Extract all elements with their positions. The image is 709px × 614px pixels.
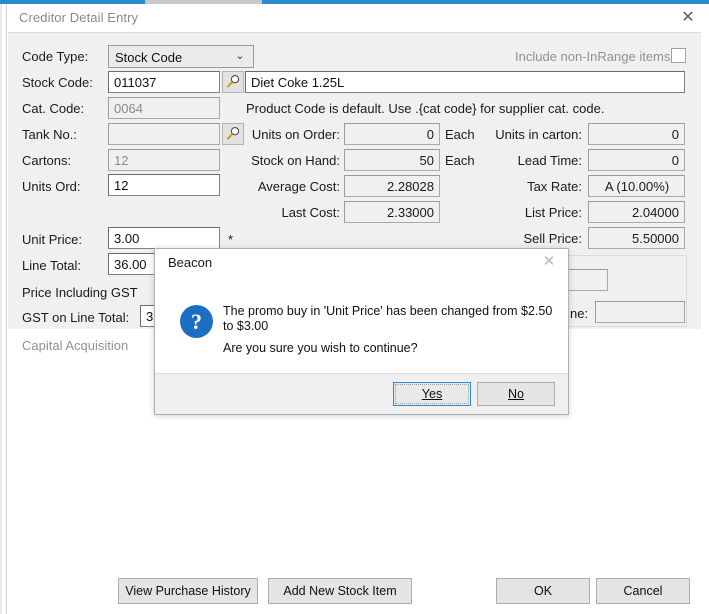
dialog-close-icon[interactable]: ✕ [536,251,562,273]
label-stock-on-hand: Stock on Hand: [251,153,340,168]
tank-no-lookup-icon[interactable] [222,123,244,145]
label-units-ord: Units Ord: [22,179,81,194]
dialog-body: ? The promo buy in 'Unit Price' has been… [155,278,568,373]
unit-price-input[interactable]: 3.00 [108,227,220,249]
label-price-including-gst: Price Including GST [22,285,138,300]
last-cost-field: 2.33000 [344,201,440,223]
units-on-order-field: 0 [344,123,440,145]
stock-code-lookup-icon[interactable] [222,71,244,93]
label-include-non-inrange: Include non-InRange items [515,49,671,64]
confirmation-dialog: Beacon ✕ ? The promo buy in 'Unit Price'… [154,248,569,415]
sell-price-field: 5.50000 [588,227,685,249]
label-sell-price: Sell Price: [523,231,582,246]
tax-rate-field: A (10.00%) [588,175,685,197]
label-tank-no: Tank No.: [22,127,77,142]
unit-price-marker: * [228,232,234,247]
label-units-on-order: Units on Order: [251,127,340,142]
description-field[interactable]: Diet Coke 1.25L [245,71,685,93]
obscured-field-2 [595,301,685,323]
code-type-value: Stock Code [115,50,183,65]
title-bar: Creditor Detail Entry ✕ [7,4,709,32]
tank-no-field [108,123,220,145]
window-title: Creditor Detail Entry [19,10,139,25]
dialog-no-label: No [508,387,524,401]
dialog-yes-label: Yes [421,387,443,401]
label-cartons: Cartons: [22,153,72,168]
label-stock-code: Stock Code: [22,75,93,90]
units-ord-input[interactable]: 12 [108,174,220,196]
dialog-message-line1: The promo buy in 'Unit Price' has been c… [223,304,553,333]
cartons-field: 12 [108,149,220,171]
average-cost-field: 2.28028 [344,175,440,197]
chevron-down-icon: ⌄ [235,50,245,62]
stock-on-hand-field: 50 [344,149,440,171]
label-gst-on-line-total: GST on Line Total: [22,310,130,325]
label-average-cost: Average Cost: [257,179,340,194]
description-hint: Product Code is default. Use .{cat code}… [246,101,605,116]
cancel-button[interactable]: Cancel [596,578,690,604]
dialog-message: The promo buy in 'Unit Price' has been c… [223,304,553,334]
application-window: Creditor Detail Entry ✕ Code Type: Stock… [0,0,709,614]
add-new-stock-item-button[interactable]: Add New Stock Item [268,578,412,604]
dialog-title: Beacon [168,255,213,270]
units-on-order-unit: Each [445,127,475,142]
label-lead-time: Lead Time: [517,153,582,168]
dialog-footer: Yes No [155,373,568,414]
dialog-yes-button[interactable]: Yes [393,382,471,406]
dialog-no-button[interactable]: No [477,382,555,406]
code-type-select[interactable]: Stock Code ⌄ [108,45,254,68]
cat-code-field: 0064 [108,97,220,119]
label-units-in-carton: Units in carton: [495,127,582,142]
include-non-inrange-checkbox[interactable] [671,48,686,63]
window-left-edge-mark [0,4,2,614]
label-line-total: Line Total: [22,258,82,273]
label-capital-acquisition: Capital Acquisition [22,338,129,353]
label-last-cost: Last Cost: [281,205,340,220]
label-obscured-field-2: ne: [570,306,589,321]
dialog-question: Are you sure you wish to continue? [223,341,418,355]
view-purchase-history-button[interactable]: View Purchase History [118,578,258,604]
ok-button[interactable]: OK [496,578,590,604]
lead-time-field: 0 [588,149,685,171]
stock-on-hand-unit: Each [445,153,475,168]
label-code-type: Code Type: [22,49,89,64]
close-icon[interactable]: ✕ [675,7,701,29]
dialog-message-line2: $3.00 [236,319,269,333]
list-price-field: 2.04000 [588,201,685,223]
units-in-carton-field: 0 [588,123,685,145]
stock-code-input[interactable]: 011037 [108,71,220,93]
label-tax-rate: Tax Rate: [527,179,582,194]
label-cat-code: Cat. Code: [22,101,85,116]
question-icon: ? [180,305,213,338]
label-list-price: List Price: [524,205,582,220]
label-unit-price: Unit Price: [22,232,82,247]
